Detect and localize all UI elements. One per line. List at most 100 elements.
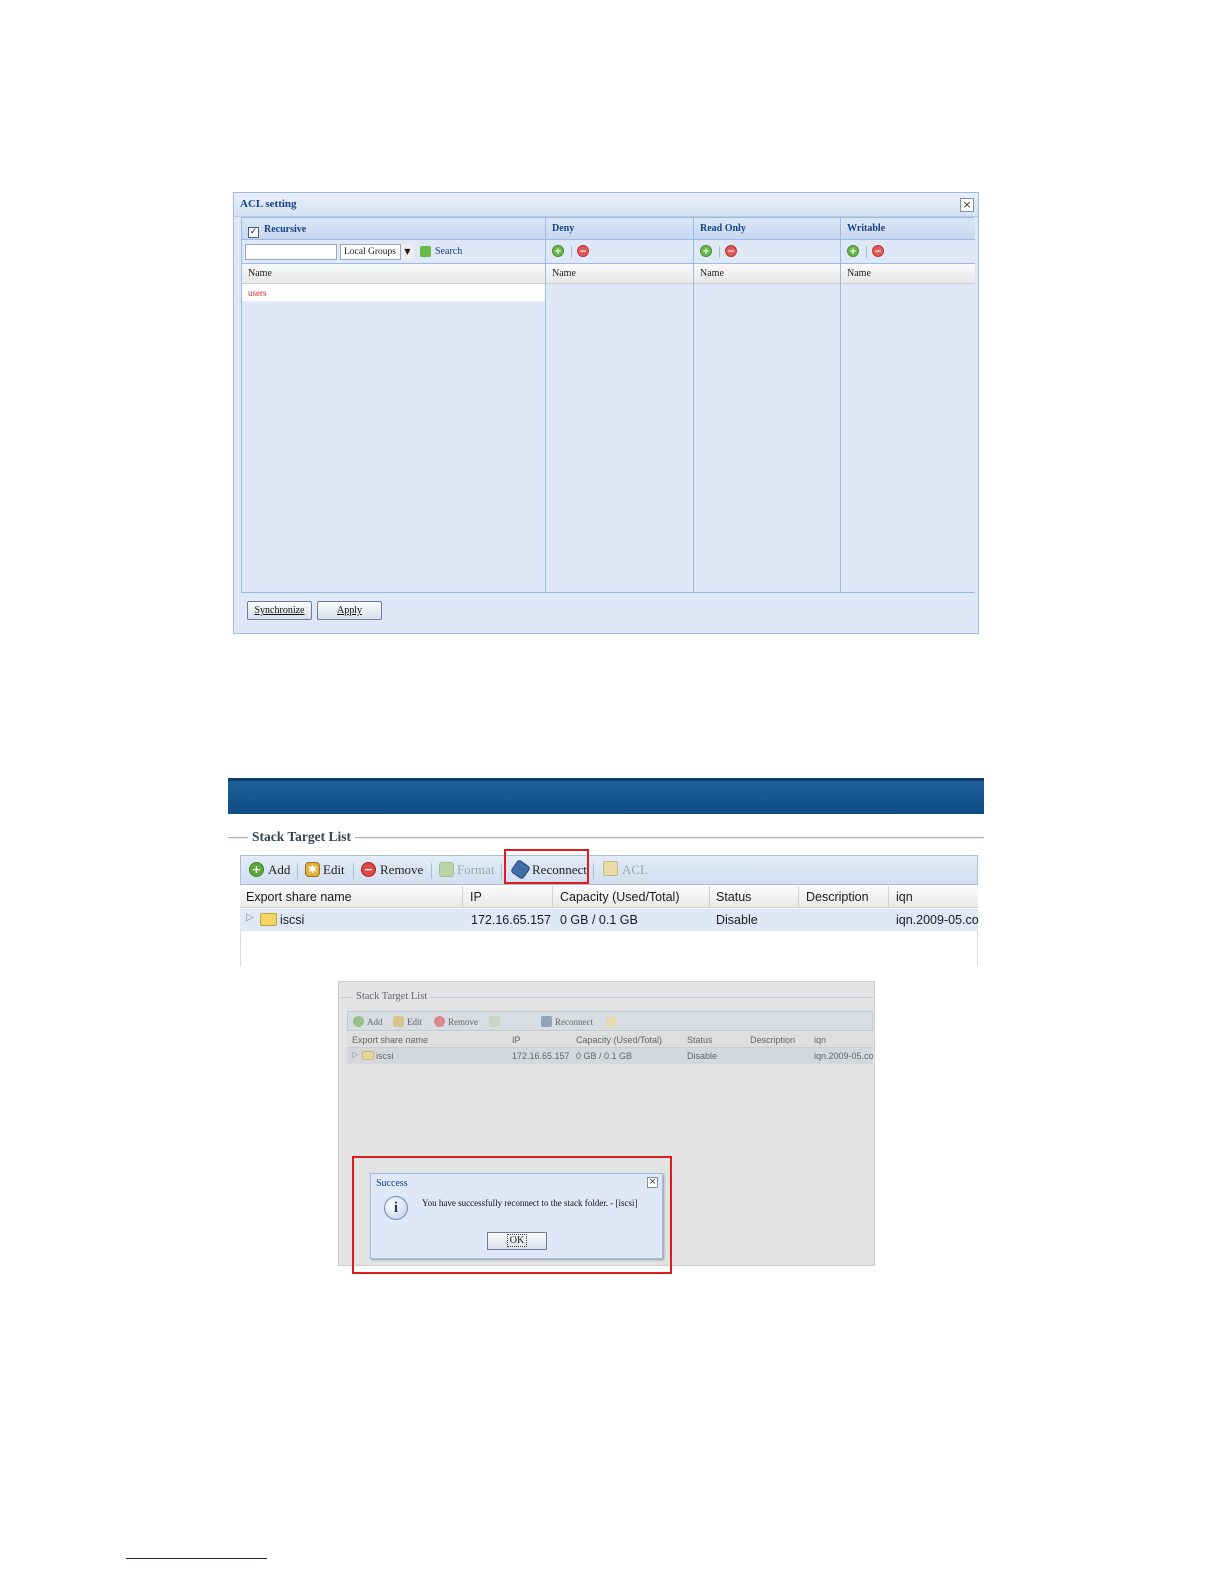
column-header-description: Description (750, 1035, 796, 1045)
writable-name-header[interactable]: Name (841, 264, 975, 284)
table-row-small: ▷ iscsi 172.16.65.157 0 GB / 0.1 GB Disa… (347, 1048, 874, 1064)
separator (501, 863, 502, 879)
add-button[interactable]: Add (268, 862, 290, 878)
dialog-highlight (352, 1156, 672, 1274)
cell-capacity: 0 GB / 0.1 GB (576, 1051, 633, 1061)
column-header-capacity: Capacity (Used/Total) (576, 1035, 663, 1045)
separator (719, 246, 720, 258)
grid-header-small: Export share name IP Capacity (Used/Tota… (347, 1032, 873, 1048)
stack-toolbar: + Add ✱ Edit − Remove Format Reconnect A… (240, 855, 978, 885)
column-separator (709, 886, 710, 908)
stack-title-small: Stack Target List (353, 991, 431, 1002)
add-icon: + (249, 862, 264, 877)
apply-label: Apply (337, 605, 362, 616)
acl-button[interactable]: ACL (622, 862, 648, 878)
add-icon[interactable]: + (552, 245, 564, 257)
recursive-row: ✓ Recursive (242, 218, 545, 240)
acl-user-panel: ✓ Recursive Local Groups ▼ Search Name us… (242, 218, 546, 592)
folder-icon (362, 1051, 374, 1060)
add-icon (353, 1016, 364, 1027)
acl-setting-window: ACL setting × ✓ Recursive Local Groups ▼ … (233, 192, 979, 634)
edit-button[interactable]: Edit (323, 862, 345, 878)
stack-target-list: Stack Target List + Add ✱ Edit − Remove … (228, 778, 984, 966)
separator (431, 863, 432, 879)
acl-body: ✓ Recursive Local Groups ▼ Search Name us… (241, 217, 975, 593)
list-item[interactable]: users (242, 284, 545, 302)
column-header-ip: IP (512, 1035, 521, 1045)
deny-panel: Deny + − Name (546, 218, 694, 592)
deny-toolbar: + − (546, 240, 693, 264)
format-icon (489, 1016, 500, 1027)
remove-icon[interactable]: − (577, 245, 589, 257)
plug-icon (541, 1016, 552, 1027)
remove-button[interactable]: Remove (380, 862, 423, 878)
deny-title: Deny (546, 218, 693, 240)
remove-button-small[interactable]: Remove (448, 1017, 478, 1027)
column-separator (798, 886, 799, 908)
column-separator (888, 886, 889, 908)
footnote-separator (126, 1558, 267, 1559)
column-separator (552, 886, 553, 908)
acl-title: ACL setting (240, 198, 297, 210)
header-bar (228, 778, 984, 814)
table-row[interactable]: ▷ iscsi 172.16.65.157 0 GB / 0.1 GB Disa… (240, 909, 979, 931)
readonly-title: Read Only (694, 218, 840, 240)
separator (571, 246, 572, 258)
stack-title: Stack Target List (248, 829, 356, 845)
search-icon[interactable] (420, 246, 431, 257)
acl-icon (606, 1016, 617, 1027)
separator (593, 863, 594, 879)
group-select-value: Local Groups (344, 247, 396, 257)
add-icon[interactable]: + (700, 245, 712, 257)
cell-name: iscsi (376, 1051, 394, 1061)
recursive-checkbox[interactable]: ✓ (248, 227, 259, 238)
reconnect-highlight (504, 849, 589, 884)
recursive-label: Recursive (264, 224, 307, 235)
cell-iqn: iqn.2009-05.co (814, 1051, 874, 1061)
writable-title: Writable (841, 218, 975, 240)
search-button[interactable]: Search (435, 246, 462, 257)
format-button[interactable]: Format (457, 862, 495, 878)
expand-icon[interactable]: ▷ (246, 912, 254, 923)
remove-icon: − (361, 862, 376, 877)
chevron-down-icon[interactable]: ▼ (400, 244, 414, 260)
remove-icon (434, 1016, 445, 1027)
readonly-panel: Read Only + − Name (694, 218, 841, 592)
add-button-small[interactable]: Add (367, 1017, 383, 1027)
gear-icon (393, 1016, 404, 1027)
remove-icon[interactable]: − (725, 245, 737, 257)
separator (866, 246, 867, 258)
column-header-iqn: iqn (814, 1035, 827, 1045)
synchronize-label: Synchronize (254, 605, 305, 616)
writable-panel: Writable + − Name (841, 218, 975, 592)
add-icon[interactable]: + (847, 245, 859, 257)
synchronize-button[interactable]: Synchronize (247, 601, 312, 620)
column-header-status: Status (687, 1035, 713, 1045)
folder-icon (260, 913, 277, 926)
acl-icon (603, 861, 618, 876)
search-input[interactable] (245, 244, 337, 260)
readonly-name-header[interactable]: Name (694, 264, 840, 284)
writable-toolbar: + − (841, 240, 975, 264)
column-header-name: Export share name (352, 1035, 429, 1045)
format-icon (439, 862, 454, 877)
stack-toolbar-small: Add Edit Remove Reconnect (347, 1011, 873, 1031)
gear-icon: ✱ (305, 862, 320, 877)
edit-button-small[interactable]: Edit (407, 1017, 422, 1027)
reconnect-button-small[interactable]: Reconnect (555, 1017, 593, 1027)
deny-name-header[interactable]: Name (546, 264, 693, 284)
grid-empty-area (240, 931, 978, 966)
column-separator (462, 886, 463, 908)
separator (353, 863, 354, 879)
remove-icon[interactable]: − (872, 245, 884, 257)
acl-titlebar: ACL setting × (234, 193, 978, 217)
readonly-toolbar: + − (694, 240, 840, 264)
cell-status: Disable (687, 1051, 718, 1061)
separator (297, 863, 298, 879)
apply-button[interactable]: Apply (317, 601, 382, 620)
close-icon[interactable]: × (960, 198, 974, 212)
expand-icon: ▷ (352, 1050, 359, 1059)
name-column-header[interactable]: Name (242, 264, 545, 284)
acl-footer: Synchronize Apply (241, 595, 974, 631)
cell-ip: 172.16.65.157 (512, 1051, 570, 1061)
